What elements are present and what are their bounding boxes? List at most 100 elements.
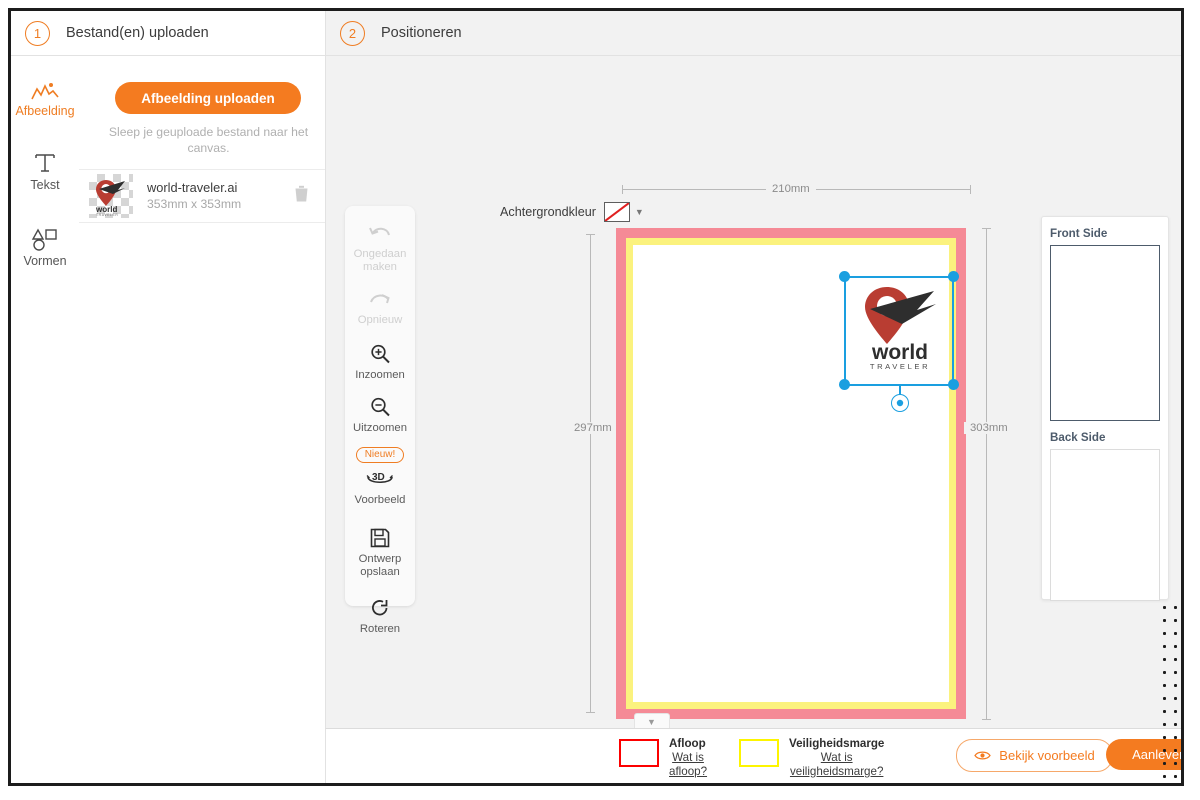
rotate-label: Roteren: [359, 623, 401, 635]
left-panel: Afbeelding Tekst Vormen Afbeelding uploa…: [11, 56, 325, 783]
zoom-in-icon: [369, 341, 391, 367]
dimension-cap-top-left: [622, 185, 623, 194]
dimension-line-right: [986, 228, 987, 719]
uploaded-file-row[interactable]: world TRAVELER world-traveler.ai 353mm x…: [79, 169, 325, 223]
upload-image-button[interactable]: Afbeelding uploaden: [115, 82, 301, 114]
back-side-preview[interactable]: [1050, 449, 1160, 601]
3d-preview-button[interactable]: Nieuw! 3D Voorbeeld: [345, 447, 415, 507]
resize-handle-bottom-right[interactable]: [948, 379, 959, 390]
file-name: world-traveler.ai: [147, 180, 238, 195]
sidebar-label-afbeelding: Afbeelding: [15, 104, 75, 119]
legend-swatch-veiligheidsmarge: [739, 739, 779, 767]
rotate-button[interactable]: Roteren: [345, 595, 415, 636]
preview-button[interactable]: Bekijk voorbeeld: [956, 739, 1113, 772]
legend-text-veiligheidsmarge: Veiligheidsmarge Wat is veiligheidsmarge…: [789, 737, 884, 779]
legend-text-afloop: Afloop Wat is afloop?: [669, 737, 707, 779]
dimension-left: 297mm: [568, 422, 618, 434]
zoom-in-button[interactable]: Inzoomen: [345, 341, 415, 382]
trash-icon[interactable]: [294, 185, 309, 208]
canvas-workspace: Ongedaan maken Opnieuw Inzoomen Uitzoome…: [325, 56, 1181, 729]
zoom-out-button[interactable]: Uitzoomen: [345, 394, 415, 435]
dimension-top: 210mm: [766, 183, 816, 195]
step-1-header: 1 Bestand(en) uploaden: [11, 11, 325, 56]
redo-button[interactable]: Opnieuw: [345, 286, 415, 327]
redo-label: Opnieuw: [357, 314, 403, 326]
dimension-cap-left-bottom: [586, 712, 595, 713]
print-sheet[interactable]: world TRAVELER: [616, 228, 966, 719]
world-traveler-logo: world TRAVELER: [865, 287, 936, 371]
undo-button[interactable]: Ongedaan maken: [345, 220, 415, 274]
selection-edge-top: [844, 276, 954, 278]
new-badge: Nieuw!: [355, 447, 405, 463]
dimension-cap-top-right: [970, 185, 971, 194]
dimension-right: 303mm: [964, 422, 1014, 434]
canvas-tool-column: Ongedaan maken Opnieuw Inzoomen Uitzoome…: [345, 206, 415, 635]
resize-handle-top-right[interactable]: [948, 271, 959, 282]
sidebar-item-afbeelding[interactable]: Afbeelding: [11, 56, 84, 128]
selected-artwork[interactable]: world TRAVELER: [839, 271, 959, 412]
dimension-line-left: [590, 234, 591, 712]
legend-link-afloop-line1[interactable]: Wat is: [669, 751, 707, 765]
legend-title-afloop: Afloop: [669, 737, 706, 750]
svg-text:TRAVELER: TRAVELER: [96, 213, 118, 216]
save-icon: [370, 525, 390, 551]
app-window: 1 Bestand(en) uploaden 2 Positioneren Af…: [8, 8, 1184, 786]
preview-button-label: Bekijk voorbeeld: [999, 748, 1095, 763]
zoom-out-label: Uitzoomen: [353, 422, 407, 434]
undo-icon: [367, 220, 393, 246]
scroll-edge-dots: [1159, 601, 1181, 783]
save-design-label: Ontwerp opslaan: [358, 553, 402, 578]
paper-area[interactable]: world TRAVELER: [633, 245, 959, 702]
back-side-label: Back Side: [1050, 431, 1106, 444]
file-size: 353mm x 353mm: [147, 197, 242, 211]
background-color-swatch[interactable]: [603, 202, 630, 222]
sidebar-label-tekst: Tekst: [30, 178, 60, 193]
legend-title-veiligheidsmarge: Veiligheidsmarge: [789, 737, 885, 750]
legend-link-veiligheidsmarge-line1[interactable]: Wat is: [789, 751, 884, 765]
front-side-label: Front Side: [1050, 227, 1108, 240]
step-2-number: 2: [340, 20, 365, 46]
selection-edge-left: [844, 276, 846, 386]
save-design-button[interactable]: Ontwerp opslaan: [345, 525, 415, 579]
step-2-title: Positioneren: [381, 25, 462, 41]
3d-icon: 3D: [363, 466, 397, 492]
legend-veiligheidsmarge: Veiligheidsmarge Wat is veiligheidsmarge…: [739, 737, 884, 779]
legend-link-afloop-line2[interactable]: afloop?: [669, 765, 707, 779]
sidebar-item-tekst[interactable]: Tekst: [11, 140, 79, 202]
rotate-handle-icon[interactable]: [891, 394, 909, 412]
text-icon: [32, 150, 58, 176]
selection-edge-right: [952, 276, 954, 386]
collapse-panel-button[interactable]: ▼: [633, 713, 670, 729]
background-color-control[interactable]: Achtergrondkleur ▼: [500, 202, 644, 222]
safety-margin-area: world TRAVELER: [626, 238, 959, 709]
legend-link-veiligheidsmarge-line2[interactable]: veiligheidsmarge?: [789, 765, 884, 779]
file-info: world-traveler.ai 353mm x 353mm: [147, 179, 294, 213]
svg-text:TRAVELER: TRAVELER: [870, 362, 930, 371]
zoom-in-label: Inzoomen: [355, 369, 405, 381]
dimension-cap-right-top: [982, 228, 991, 229]
rotate-icon: [369, 595, 391, 621]
image-icon: [30, 76, 60, 102]
bottom-bar: Afloop Wat is afloop? Veiligheidsmarge W…: [325, 728, 1181, 783]
sidebar-label-vormen: Vormen: [23, 254, 67, 269]
dimension-cap-left-top: [586, 234, 595, 235]
dimension-cap-right-bottom: [982, 719, 991, 720]
front-side-preview[interactable]: [1050, 245, 1160, 421]
legend-afloop: Afloop Wat is afloop?: [619, 737, 707, 779]
chevron-down-icon[interactable]: ▼: [635, 207, 644, 217]
file-area: Afbeelding uploaden Sleep je geuploade b…: [79, 56, 325, 783]
svg-text:world: world: [871, 341, 928, 364]
resize-handle-bottom-left[interactable]: [839, 379, 850, 390]
3d-preview-label: Voorbeeld: [354, 494, 406, 506]
redo-icon: [367, 286, 393, 312]
resize-handle-top-left[interactable]: [839, 271, 850, 282]
tool-rail: Afbeelding Tekst Vormen: [11, 56, 84, 783]
sidebar-item-vormen[interactable]: Vormen: [11, 216, 79, 278]
step-2-header: 2 Positioneren: [325, 11, 1181, 56]
step-1-title: Bestand(en) uploaden: [66, 25, 209, 41]
background-color-label: Achtergrondkleur: [500, 205, 596, 219]
zoom-out-icon: [369, 394, 391, 420]
eye-icon: [974, 750, 992, 761]
undo-label: Ongedaan maken: [353, 248, 407, 273]
file-thumbnail: world TRAVELER: [89, 174, 133, 218]
